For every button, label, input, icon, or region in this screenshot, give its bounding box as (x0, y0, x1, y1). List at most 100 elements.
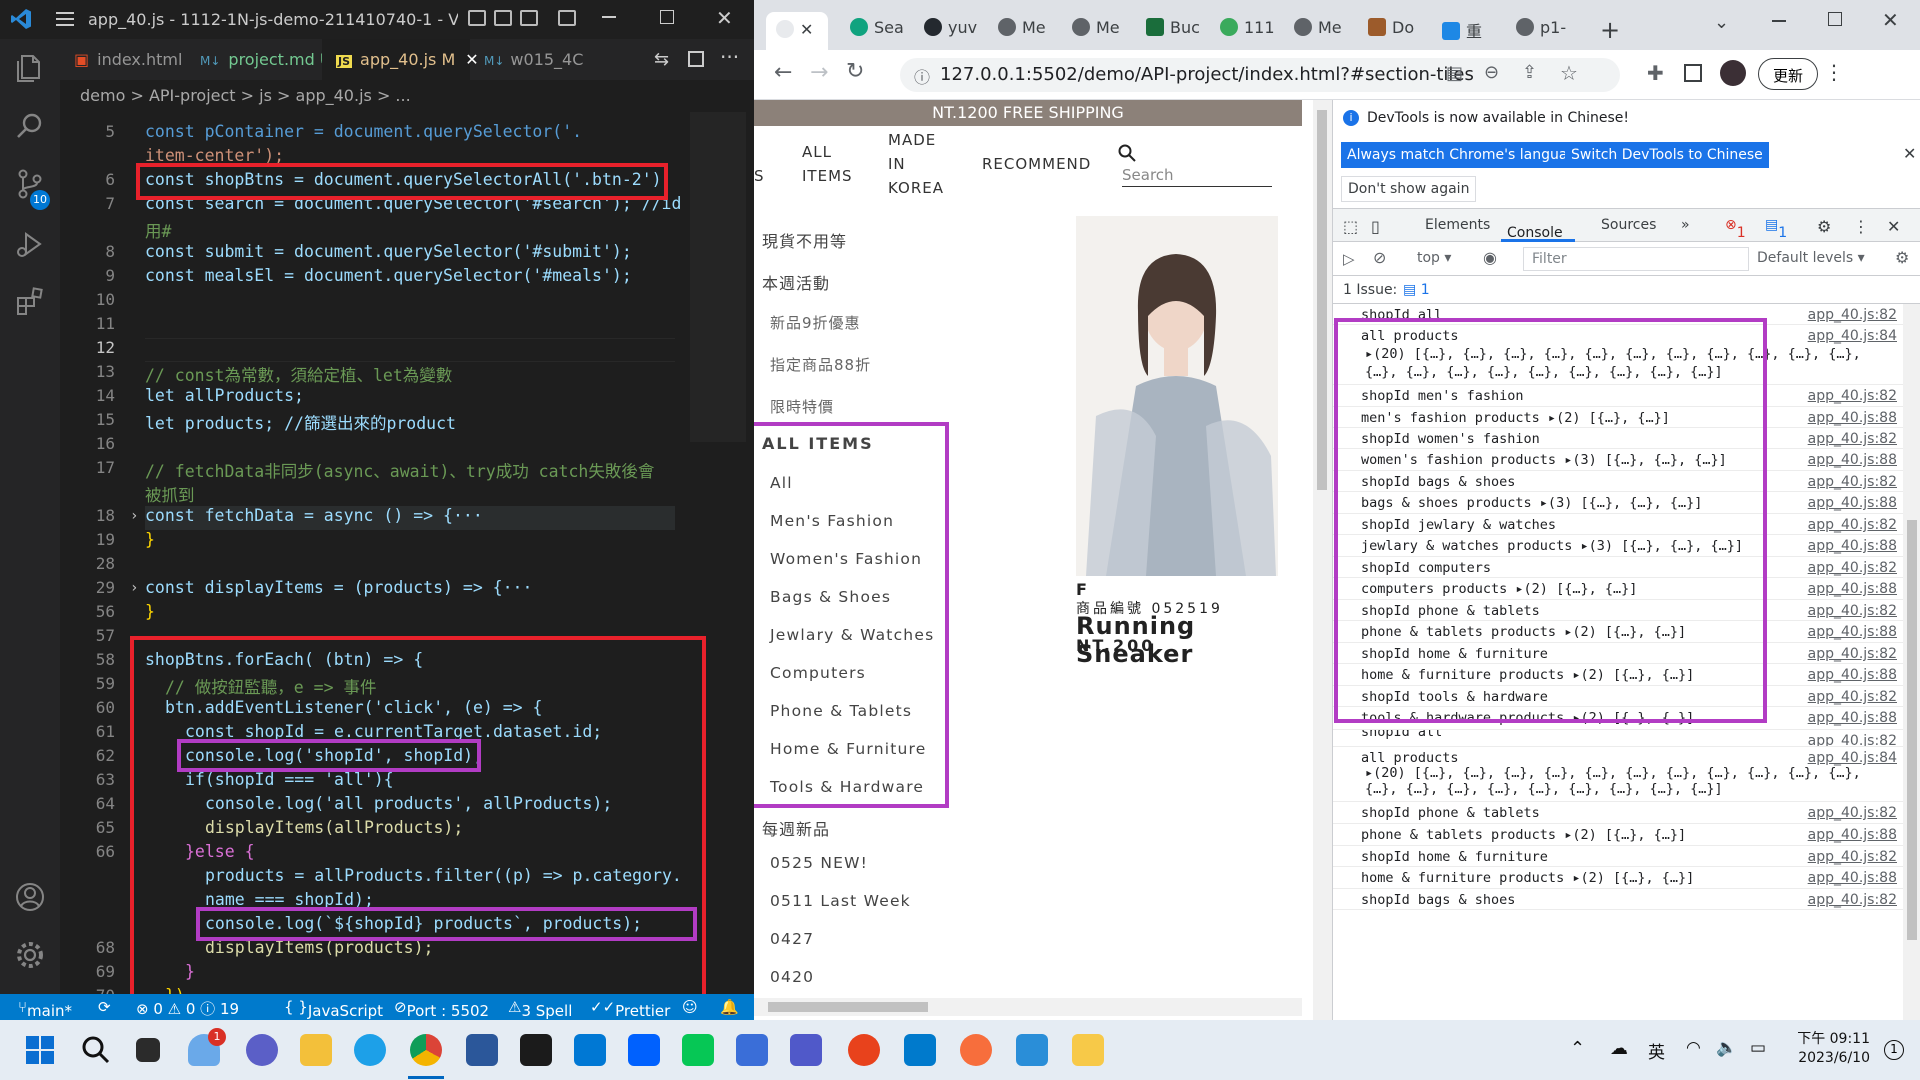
edge-icon[interactable] (354, 1034, 386, 1066)
notification-center-icon[interactable]: 1 (1884, 1040, 1904, 1060)
sidebar-link[interactable]: 新品9折優惠 (770, 312, 861, 333)
browser-tab[interactable]: yuv (924, 18, 977, 48)
feedback-icon[interactable]: ☺ (682, 998, 698, 1016)
language-mode[interactable]: { } JavaScript (284, 998, 383, 1020)
log-source-link[interactable]: app_40.js:82 (1808, 603, 1897, 619)
devtools-settings-gear-icon[interactable]: ⚙ (1817, 217, 1831, 236)
task-view-icon[interactable] (136, 1038, 160, 1062)
log-source-link[interactable]: app_40.js:82 (1808, 307, 1897, 323)
more-actions-icon[interactable]: ··· (720, 45, 739, 69)
browser-menu-icon[interactable]: ⋮ (1824, 60, 1844, 84)
browser-tab[interactable]: Sea (850, 18, 904, 48)
code-line-29[interactable]: const displayItems = (products) => {··· (145, 578, 532, 597)
log-source-link[interactable]: app_40.js:88 (1808, 452, 1897, 468)
maximize-icon[interactable] (1828, 12, 1842, 26)
sync-icon[interactable]: ⟳ (98, 998, 111, 1016)
log-source-link[interactable]: app_40.js:84 (1808, 750, 1897, 766)
log-source-link[interactable]: app_40.js:88 (1808, 495, 1897, 511)
customize-layout-icon[interactable] (558, 10, 576, 26)
nav-item-made-in-korea[interactable]: MADE IN KOREA (888, 128, 943, 200)
log-source-link[interactable]: app_40.js:88 (1808, 538, 1897, 554)
log-source-link[interactable]: app_40.js:82 (1808, 560, 1897, 576)
word-icon[interactable] (466, 1034, 498, 1066)
nav-item-partial[interactable]: S (754, 164, 765, 188)
browser-tab[interactable]: Buc (1146, 18, 1200, 48)
browser-tab[interactable]: p1- (1516, 18, 1566, 48)
extensions-puzzle-icon[interactable]: ✚ (1647, 61, 1664, 85)
toggle-secondary-sidebar-icon[interactable] (520, 10, 538, 26)
maximize-icon[interactable] (660, 10, 674, 24)
console-filter-input[interactable]: Filter (1523, 247, 1749, 271)
horizontal-scrollbar[interactable] (754, 998, 1302, 1016)
log-source-link[interactable]: app_40.js:82 (1808, 431, 1897, 447)
log-source-link[interactable]: app_40.js:82 (1808, 517, 1897, 533)
spell-check[interactable]: ⚠ 3 Spell (508, 998, 572, 1020)
browser-tab[interactable]: Me (1294, 18, 1342, 48)
close-notice-icon[interactable]: ✕ (1903, 144, 1916, 163)
always-match-language-button[interactable]: Always match Chrome's language (1341, 142, 1591, 168)
log-source-link[interactable]: app_40.js:88 (1808, 710, 1897, 726)
sidebar-link[interactable]: 限時特價 (770, 396, 834, 417)
forward-icon[interactable]: → (810, 60, 828, 85)
weekly-link[interactable]: 0525 NEW! (770, 854, 868, 872)
log-source-link[interactable]: app_40.js:82 (1808, 689, 1897, 705)
translate-icon[interactable]: ▤ (1446, 63, 1463, 84)
tab-app-40-js[interactable]: JS app_40.js M ✕ (322, 39, 479, 80)
address-bar[interactable]: ⓘ 127.0.0.1:5502/demo/API-project/index.… (900, 58, 1620, 92)
vscode-icon[interactable] (904, 1034, 936, 1066)
product-image[interactable] (1076, 216, 1278, 576)
nav-item-all-items[interactable]: ALL ITEMS (802, 140, 862, 188)
battery-icon[interactable]: ▭ (1750, 1038, 1766, 1058)
clock-date[interactable]: 2023/6/10 (1790, 1050, 1870, 1066)
log-source-link[interactable]: app_40.js:88 (1808, 581, 1897, 597)
clock-time[interactable]: 下午 09:11 (1790, 1028, 1870, 1048)
console-log-entry[interactable]: phone & tablets products ▸(2) [{…}, {…}]… (1333, 824, 1903, 846)
issue-count-badge[interactable]: ▤ 1 (1403, 282, 1430, 298)
wifi-icon[interactable]: ◠ (1686, 1038, 1701, 1058)
settings-gear-icon[interactable] (14, 939, 46, 971)
log-source-link[interactable]: app_40.js:82 (1808, 388, 1897, 404)
tab-search-chevron-icon[interactable]: ⌄ (1714, 12, 1729, 33)
browser-tab[interactable]: 111 (1220, 18, 1275, 48)
inspect-element-icon[interactable]: ⬚ (1343, 217, 1358, 236)
message-count-badge[interactable]: ▤ 1 (1765, 217, 1787, 241)
volume-icon[interactable]: 🔈 (1716, 1038, 1737, 1058)
log-source-link[interactable]: app_40.js:82 (1808, 733, 1897, 746)
extensions-icon[interactable] (14, 286, 46, 318)
fold-chevron-icon[interactable]: › (130, 580, 138, 596)
browser-tab[interactable]: Me (998, 18, 1046, 48)
breadcrumb[interactable]: demo > API-project > js > app_40.js > ..… (60, 80, 754, 110)
browser-tab[interactable]: Do (1368, 18, 1414, 48)
search-icon[interactable] (1118, 144, 1136, 162)
live-expression-eye-icon[interactable]: ◉ (1483, 248, 1497, 267)
active-browser-tab[interactable]: ✕ (766, 12, 828, 52)
notifications-bell-icon[interactable]: 🔔 (720, 998, 739, 1016)
error-count-badge[interactable]: ⊗ 1 (1725, 217, 1746, 241)
bookmark-star-icon[interactable]: ☆ (1560, 61, 1578, 85)
folder-app-icon[interactable] (1072, 1034, 1104, 1066)
weekly-link[interactable]: 0511 Last Week (770, 892, 911, 910)
dropbox-icon[interactable] (628, 1034, 660, 1066)
more-tabs-icon[interactable]: » (1681, 217, 1690, 233)
close-tab-icon[interactable]: ✕ (800, 20, 813, 39)
live-server-port[interactable]: ⊘ Port : 5502 (394, 998, 489, 1020)
tab-w015[interactable]: M↓ w015_4C (470, 39, 583, 80)
log-source-link[interactable]: app_40.js:84 (1808, 328, 1897, 344)
search-input[interactable]: Search (1122, 166, 1272, 187)
tab-elements[interactable]: Elements (1425, 217, 1490, 233)
toggle-panel-icon[interactable] (494, 10, 512, 26)
onedrive-icon[interactable]: ☁ (1610, 1038, 1628, 1059)
code-line-18[interactable]: const fetchData = async () => {··· (145, 506, 483, 525)
log-source-link[interactable]: app_40.js:88 (1808, 870, 1897, 886)
share-icon[interactable]: ⇪ (1522, 62, 1537, 83)
problems-indicator[interactable]: ⊗ 0 ⚠ 0 ⓘ 19 (136, 998, 239, 1019)
split-editor-icon[interactable] (688, 51, 704, 67)
device-toolbar-icon[interactable]: ▯ (1371, 217, 1380, 236)
line-icon[interactable] (682, 1034, 714, 1066)
context-selector[interactable]: top ▾ (1417, 250, 1451, 266)
file-explorer-icon[interactable] (300, 1034, 332, 1066)
close-icon[interactable]: ✕ (716, 6, 733, 30)
close-devtools-icon[interactable]: ✕ (1887, 217, 1900, 236)
weekly-link[interactable]: 0427 (770, 930, 814, 948)
minimize-icon[interactable] (602, 16, 616, 18)
